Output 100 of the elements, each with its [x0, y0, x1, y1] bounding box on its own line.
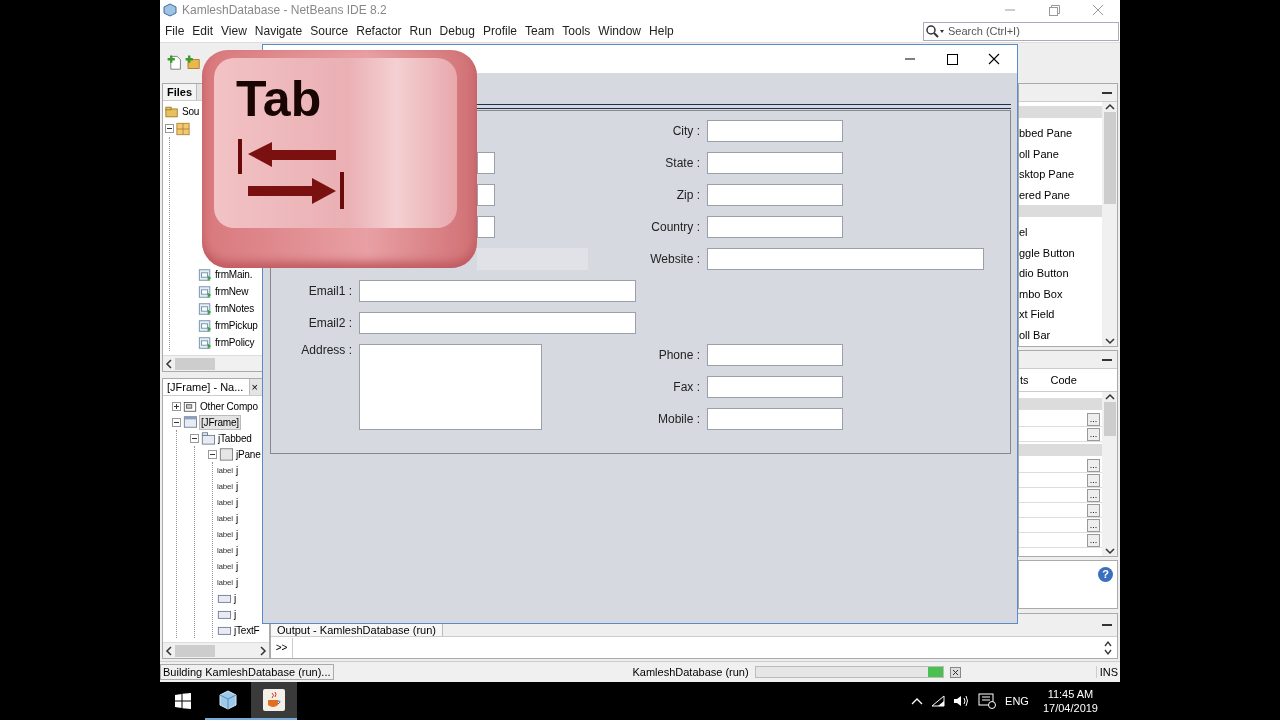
ellipsis-button[interactable]: ... [1087, 412, 1100, 426]
menu-item[interactable]: Refactor [355, 24, 402, 38]
tree-item[interactable]: j [234, 495, 239, 509]
menu-item[interactable]: View [220, 24, 247, 38]
scroll-up-icon[interactable] [1103, 102, 1116, 112]
search-field[interactable]: Search (Ctrl+I) [923, 21, 1119, 41]
tree-item[interactable]: jTextF [233, 623, 261, 637]
new-project-icon[interactable] [184, 54, 200, 70]
scroll-down-icon[interactable] [1103, 546, 1116, 556]
tree-item[interactable]: frmNew [214, 285, 250, 298]
chevron-up-icon[interactable] [911, 696, 924, 706]
menu-item[interactable]: Source [309, 24, 349, 38]
menu-item[interactable]: Tools [561, 24, 591, 38]
input-field[interactable] [707, 344, 843, 366]
tree-item[interactable]: [JFrame] [199, 414, 241, 430]
properties-tab[interactable]: Code [1050, 374, 1077, 386]
collapse-icon[interactable] [165, 124, 174, 133]
clock-time[interactable]: 11:45 AM [1047, 687, 1094, 701]
scroll-down-icon[interactable] [1103, 336, 1116, 346]
scrollbar-thumb[interactable] [1103, 112, 1116, 204]
input-field[interactable] [359, 280, 636, 302]
panel-tab[interactable]: Files [163, 84, 198, 100]
expand-icon[interactable] [172, 401, 181, 411]
ellipsis-button[interactable]: ... [1087, 518, 1100, 532]
palette-item[interactable]: bbed Pane [1019, 123, 1102, 144]
menu-item[interactable]: Help [648, 24, 674, 38]
tree-item[interactable]: jTabbed [217, 431, 253, 445]
scroll-left-icon[interactable] [163, 644, 175, 657]
output-tab[interactable]: Output - KamleshDatabase (run) [271, 624, 443, 636]
palette-item[interactable]: sktop Pane [1019, 164, 1102, 185]
windows-logo-icon[interactable] [175, 693, 191, 709]
tree-item[interactable]: j [234, 543, 239, 557]
tree-item[interactable]: j [234, 527, 239, 541]
panel-tab[interactable]: [JFrame] - Na... [163, 379, 250, 395]
new-file-icon[interactable] [166, 54, 182, 70]
palette-item[interactable]: mbo Box [1019, 283, 1102, 304]
scroll-up-icon[interactable] [1103, 392, 1116, 402]
properties-tab[interactable]: ts [1020, 374, 1029, 386]
menu-item[interactable]: Debug [438, 24, 475, 38]
input-field[interactable] [477, 184, 495, 206]
palette-item[interactable]: dio Button [1019, 263, 1102, 284]
tree-item[interactable]: Other Compo [199, 399, 259, 413]
scroll-left-icon[interactable] [163, 357, 175, 370]
menu-item[interactable]: Navigate [253, 24, 303, 38]
tree-item[interactable]: frmMain. [214, 268, 254, 281]
tree-item[interactable]: jPane [235, 447, 262, 461]
palette-item[interactable]: ered Pane [1019, 184, 1102, 205]
menu-item[interactable]: Edit [191, 24, 214, 38]
scroll-right-icon[interactable] [257, 644, 269, 657]
ellipsis-button[interactable]: ... [1087, 458, 1100, 472]
search-icon[interactable] [925, 23, 945, 38]
ellipsis-button[interactable]: ... [1087, 473, 1100, 487]
input-field[interactable] [707, 120, 843, 142]
menu-item[interactable]: Window [597, 24, 642, 38]
cancel-icon[interactable] [949, 666, 961, 678]
input-field[interactable] [707, 216, 843, 238]
input-field[interactable] [707, 376, 843, 398]
menu-item[interactable]: Profile [482, 24, 517, 38]
input-field[interactable] [707, 184, 843, 206]
palette-item[interactable]: el [1019, 222, 1102, 243]
tree-item[interactable]: j [234, 463, 239, 477]
clock-date[interactable]: 17/04/2019 [1042, 701, 1098, 715]
input-field[interactable] [477, 216, 495, 238]
text-area[interactable] [359, 344, 542, 430]
palette-item[interactable]: ggle Button [1019, 242, 1102, 263]
tree-item[interactable]: frmNotes [214, 302, 255, 315]
input-field[interactable] [359, 312, 636, 334]
tree-item[interactable]: frmPolicy [214, 336, 256, 349]
tree-item[interactable]: j [234, 479, 239, 493]
tree-item[interactable]: j [233, 591, 238, 605]
ellipsis-button[interactable]: ... [1087, 427, 1100, 441]
notification-icon[interactable] [978, 693, 997, 709]
collapse-icon[interactable] [208, 449, 217, 459]
tree-item[interactable]: frmPickup [214, 319, 259, 332]
menu-item[interactable]: Team [524, 24, 555, 38]
help-icon[interactable]: ? [1098, 567, 1113, 582]
input-field[interactable] [707, 408, 843, 430]
tree-item[interactable]: j [233, 607, 238, 621]
ellipsis-button[interactable]: ... [1087, 488, 1100, 502]
tree-item[interactable]: j [234, 511, 239, 525]
tree-item[interactable]: j [234, 575, 239, 589]
input-field[interactable] [707, 248, 984, 270]
close-button[interactable]: × [249, 381, 260, 393]
collapse-icon[interactable] [172, 417, 181, 427]
input-field[interactable] [707, 152, 843, 174]
menu-item[interactable]: Run [408, 24, 432, 38]
language-indicator[interactable]: ENG [1005, 695, 1029, 707]
scrollbar-thumb[interactable] [175, 357, 215, 370]
taskbar-app[interactable] [251, 682, 297, 720]
ellipsis-button[interactable]: ... [1087, 503, 1100, 517]
menu-item[interactable]: File [164, 24, 185, 38]
palette-item[interactable]: oll Bar [1019, 324, 1102, 345]
tree-item[interactable]: Sou [181, 105, 201, 118]
palette-item[interactable]: xt Field [1019, 304, 1102, 325]
palette-item[interactable]: oll Pane [1019, 143, 1102, 164]
scrollbar-thumb[interactable] [175, 644, 215, 657]
collapse-icon[interactable] [190, 433, 199, 443]
ellipsis-button[interactable]: ... [1087, 533, 1100, 547]
tree-item[interactable]: j [234, 559, 239, 573]
input-field[interactable] [477, 152, 495, 174]
